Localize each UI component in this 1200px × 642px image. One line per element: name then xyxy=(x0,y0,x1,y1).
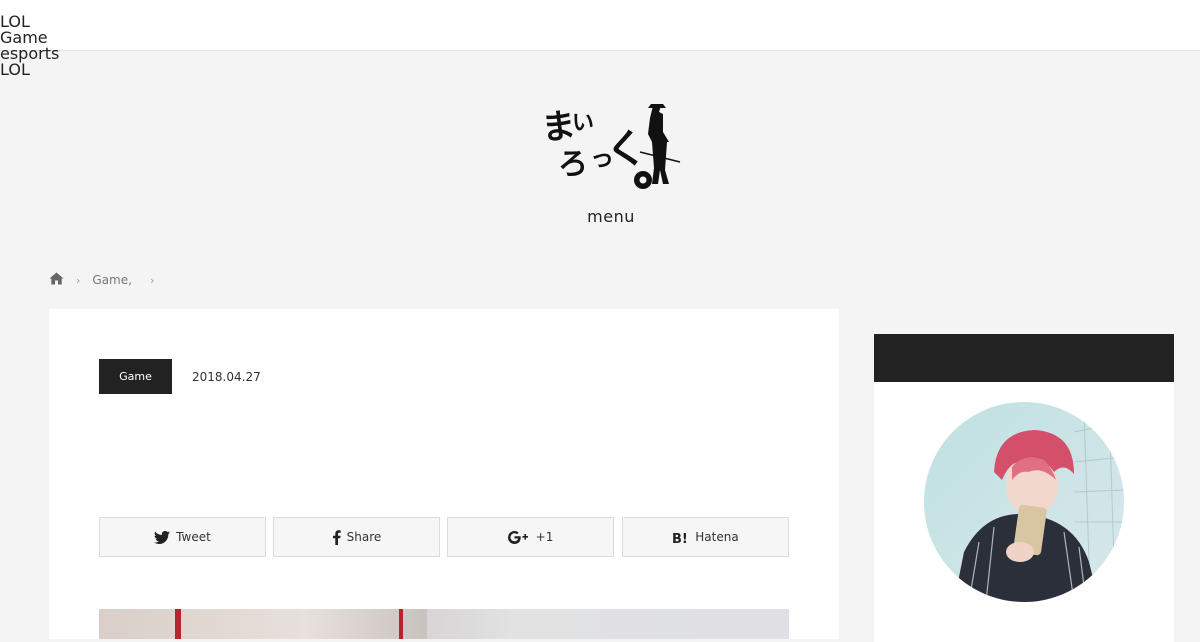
hatena-button[interactable]: B! Hatena xyxy=(622,517,789,557)
share-buttons: Tweet Share +1 B! Hatena xyxy=(99,517,789,557)
article-hero-image xyxy=(99,609,789,639)
tweet-label: Tweet xyxy=(176,530,211,544)
breadcrumb-item-game[interactable]: Game, xyxy=(92,273,132,287)
logo-graphic: ま い ろ っ く xyxy=(540,104,681,189)
chevron-right-icon: › xyxy=(76,273,81,287)
hatena-label: Hatena xyxy=(695,530,739,544)
top-bar xyxy=(0,0,1200,51)
facebook-share-button[interactable]: Share xyxy=(273,517,440,557)
gplus-label: +1 xyxy=(535,530,554,544)
menu-button[interactable]: menu xyxy=(570,207,652,226)
svg-text:B!: B! xyxy=(672,532,688,544)
sidebar-profile-widget xyxy=(874,382,1174,642)
tag-list: LOL Game esports LOL xyxy=(0,14,59,78)
site-logo[interactable]: ま い ろ っ く xyxy=(540,100,685,192)
logo-glyph: ろ xyxy=(558,147,588,182)
category-badge[interactable]: Game xyxy=(99,359,172,394)
post-date: 2018.04.27 xyxy=(192,370,261,384)
google-plus-icon xyxy=(507,530,528,544)
logo-glyph: い xyxy=(572,111,594,136)
breadcrumb: › Game, › xyxy=(49,271,166,289)
sidebar-widget-header xyxy=(874,334,1174,382)
logo-glyph: く xyxy=(603,125,649,176)
tweet-button[interactable]: Tweet xyxy=(99,517,266,557)
tag-link[interactable]: LOL xyxy=(0,62,59,78)
googleplus-button[interactable]: +1 xyxy=(447,517,614,557)
chevron-right-icon: › xyxy=(149,273,155,287)
hatena-icon: B! xyxy=(672,532,688,544)
avatar xyxy=(924,402,1124,602)
twitter-icon xyxy=(154,530,171,544)
facebook-icon xyxy=(332,529,341,545)
share-label: Share xyxy=(346,530,382,544)
home-icon[interactable] xyxy=(49,272,64,288)
article-card: Game 2018.04.27 Tweet Share +1 B! Hatena xyxy=(49,309,839,639)
